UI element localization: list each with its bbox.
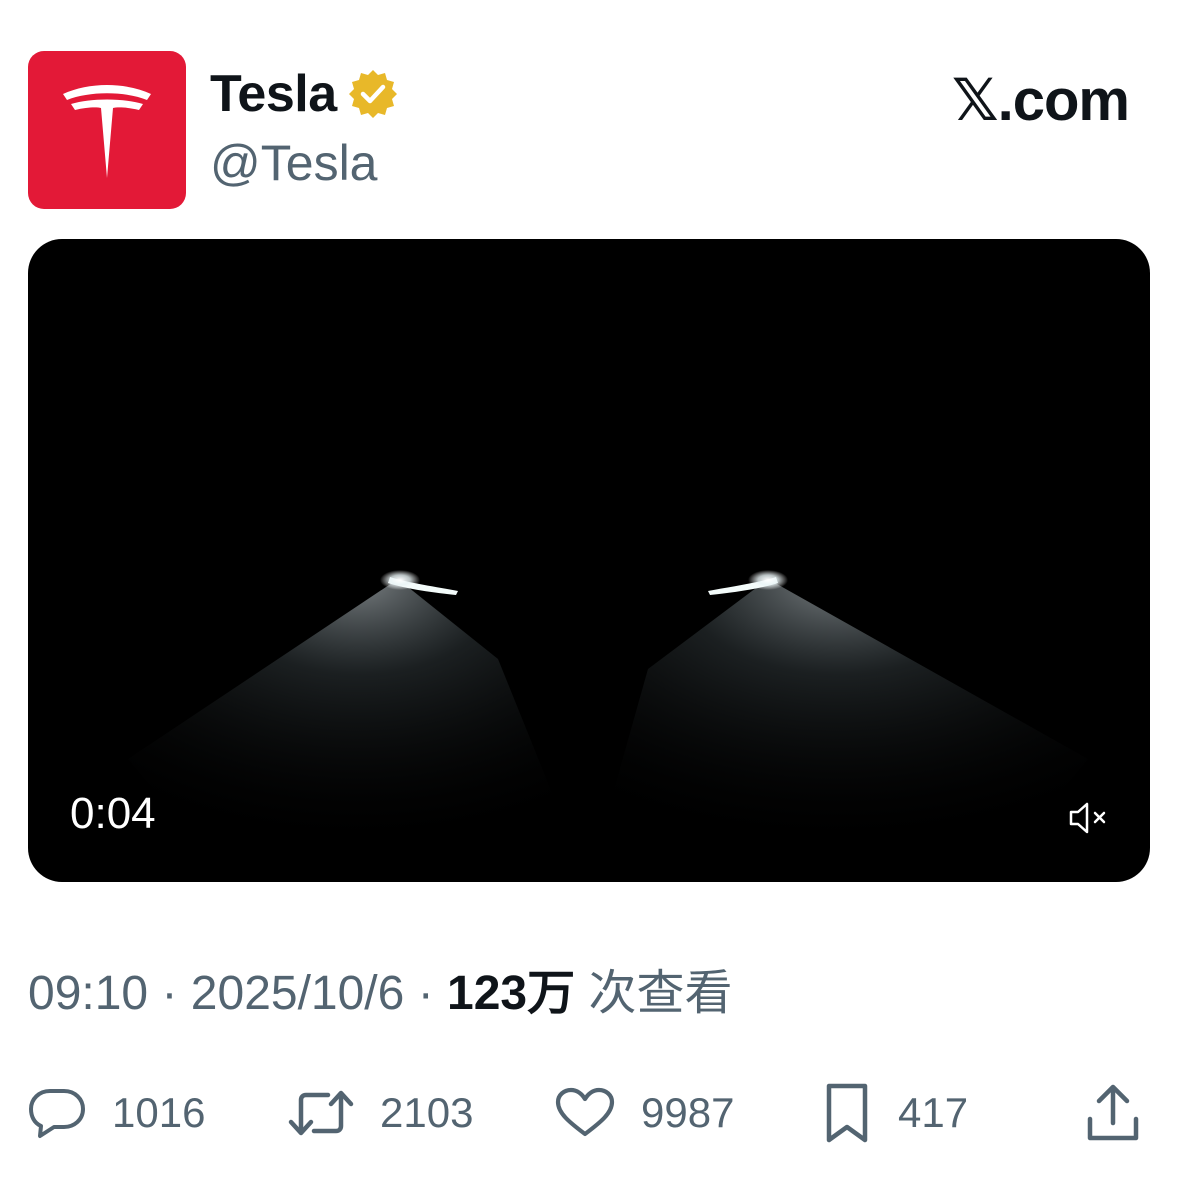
heart-icon [555,1087,615,1137]
video-player[interactable]: 0:04 [28,239,1150,882]
tweet-meta-line: 09:10 · 2025/10/6 · 123万 次查看 [28,970,732,1018]
views-count: 123万 [447,967,576,1020]
display-name[interactable]: Tesla [210,68,337,120]
mute-button[interactable] [1068,800,1110,836]
meta-separator: · [161,967,178,1020]
action-bar: 1016 2103 9987 417 [0,1080,1179,1150]
speaker-muted-icon [1069,802,1106,834]
like-button[interactable]: 9987 [555,1080,734,1146]
bookmark-icon [826,1083,868,1143]
share-icon [1087,1084,1139,1141]
video-timestamp: 0:04 [70,789,156,838]
x-com-source-label: 𝕏.com [951,68,1130,133]
retweet-count: 2103 [380,1089,474,1136]
reply-icon [29,1089,85,1138]
tesla-logo-icon [63,85,151,178]
verified-badge-icon [347,68,399,120]
meta-separator: · [417,967,434,1020]
retweet-icon [288,1090,354,1136]
avatar[interactable] [28,51,186,209]
bookmark-count: 417 [898,1089,969,1136]
author-name-row[interactable]: Tesla [210,68,399,120]
tweet-time[interactable]: 09:10 [28,967,148,1020]
views-label: 次查看 [588,967,733,1020]
like-count: 9987 [641,1089,735,1136]
headlights-video-frame [128,570,1088,882]
reply-button[interactable]: 1016 [28,1080,205,1146]
author-handle[interactable]: @Tesla [210,138,377,188]
share-button[interactable] [1085,1080,1141,1146]
reply-count: 1016 [112,1089,206,1136]
tweet-date[interactable]: 2025/10/6 [191,967,405,1020]
retweet-button[interactable]: 2103 [288,1080,473,1146]
bookmark-button[interactable]: 417 [822,1080,968,1146]
